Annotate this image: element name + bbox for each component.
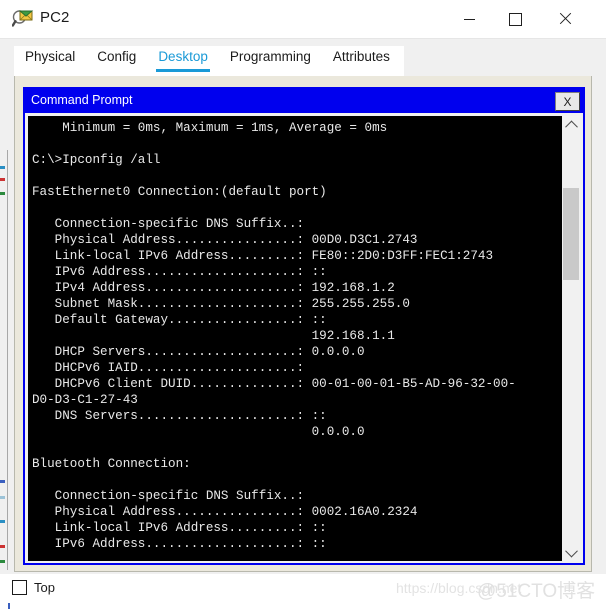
background-bleed-artifacts xyxy=(0,166,5,169)
maximize-icon xyxy=(508,12,522,26)
background-bleed-artifacts xyxy=(0,520,5,523)
terminal-line: IPv6 Address....................: :: xyxy=(32,265,327,279)
tab-label: Config xyxy=(97,49,137,64)
terminal-line: D0-D3-C1-27-43 xyxy=(32,393,138,407)
terminal-line: C:\>Ipconfig /all xyxy=(32,153,161,167)
pc2-device-window: PC2 Physical Config Desktop Programming … xyxy=(0,0,606,609)
window-left-edge-divider xyxy=(7,150,8,570)
maximize-button[interactable] xyxy=(492,0,538,38)
top-checkbox[interactable] xyxy=(12,580,27,595)
terminal-line: 0.0.0.0 xyxy=(32,425,365,439)
terminal-line: Connection-specific DNS Suffix..: xyxy=(32,217,305,231)
terminal-area: Minimum = 0ms, Maximum = 1ms, Average = … xyxy=(28,116,580,561)
device-tabs: Physical Config Desktop Programming Attr… xyxy=(14,46,404,76)
terminal-scrollbar[interactable] xyxy=(562,116,580,561)
bottom-bar xyxy=(0,574,606,609)
terminal-output[interactable]: Minimum = 0ms, Maximum = 1ms, Average = … xyxy=(28,116,562,561)
terminal-line: Physical Address................: 00D0.D… xyxy=(32,233,418,247)
background-bleed-artifacts xyxy=(0,480,5,483)
close-button[interactable] xyxy=(542,0,588,38)
terminal-line: DNS Servers.....................: :: xyxy=(32,409,327,423)
command-prompt-window: Command Prompt X Minimum = 0ms, Maximum … xyxy=(23,87,585,565)
background-bleed-artifacts xyxy=(0,545,5,548)
minimize-icon xyxy=(463,18,475,20)
terminal-line: Subnet Mask.....................: 255.25… xyxy=(32,297,410,311)
terminal-line: Default Gateway.................: :: xyxy=(32,313,327,327)
background-bleed-artifacts xyxy=(8,603,10,609)
scroll-up-button[interactable] xyxy=(562,116,580,134)
top-checkbox-label: Top xyxy=(34,580,55,595)
minimize-button[interactable] xyxy=(446,0,492,38)
terminal-line: DHCP Servers....................: 0.0.0.… xyxy=(32,345,365,359)
packet-tracer-icon xyxy=(11,8,34,30)
chevron-down-icon xyxy=(564,544,578,557)
background-bleed-artifacts xyxy=(0,496,5,499)
window-title: PC2 xyxy=(40,9,70,26)
terminal-line: Bluetooth Connection: xyxy=(32,457,191,471)
tab-label: Desktop xyxy=(158,49,208,64)
command-prompt-titlebar: Command Prompt X xyxy=(25,89,583,113)
background-bleed-artifacts xyxy=(0,178,5,181)
tab-desktop[interactable]: Desktop xyxy=(147,46,219,72)
chevron-up-icon xyxy=(564,120,578,133)
scroll-down-button[interactable] xyxy=(562,543,580,561)
tab-physical[interactable]: Physical xyxy=(14,46,86,72)
tab-label: Physical xyxy=(25,49,76,64)
close-icon xyxy=(559,13,571,25)
tab-programming[interactable]: Programming xyxy=(219,46,322,72)
terminal-line: Connection-specific DNS Suffix..: xyxy=(32,489,305,503)
terminal-line: DHCPv6 Client DUID..............: 00-01-… xyxy=(32,377,516,391)
terminal-line: Link-local IPv6 Address.........: FE80::… xyxy=(32,249,494,263)
tab-attributes[interactable]: Attributes xyxy=(322,46,401,72)
tab-label: Attributes xyxy=(332,49,390,64)
command-prompt-title: Command Prompt xyxy=(31,93,133,107)
window-titlebar: PC2 xyxy=(0,0,606,39)
background-bleed-artifacts xyxy=(0,192,5,195)
terminal-line: IPv6 Address....................: :: xyxy=(32,537,327,551)
background-bleed-artifacts xyxy=(0,560,5,563)
terminal-line: DHCPv6 IAID.....................: xyxy=(32,361,305,375)
desktop-panel: Command Prompt X Minimum = 0ms, Maximum … xyxy=(14,76,592,572)
terminal-line: FastEthernet0 Connection:(default port) xyxy=(32,185,327,199)
terminal-line: Minimum = 0ms, Maximum = 1ms, Average = … xyxy=(32,121,388,135)
scrollbar-thumb[interactable] xyxy=(563,188,579,280)
terminal-line: Link-local IPv6 Address.........: :: xyxy=(32,521,327,535)
tab-label: Programming xyxy=(229,49,311,64)
terminal-line: 192.168.1.1 xyxy=(32,329,395,343)
tab-config[interactable]: Config xyxy=(86,46,147,72)
terminal-line: IPv4 Address....................: 192.16… xyxy=(32,281,395,295)
terminal-line: Physical Address................: 0002.1… xyxy=(32,505,418,519)
command-prompt-close-button[interactable]: X xyxy=(555,92,580,111)
active-tab-underline xyxy=(156,69,210,72)
